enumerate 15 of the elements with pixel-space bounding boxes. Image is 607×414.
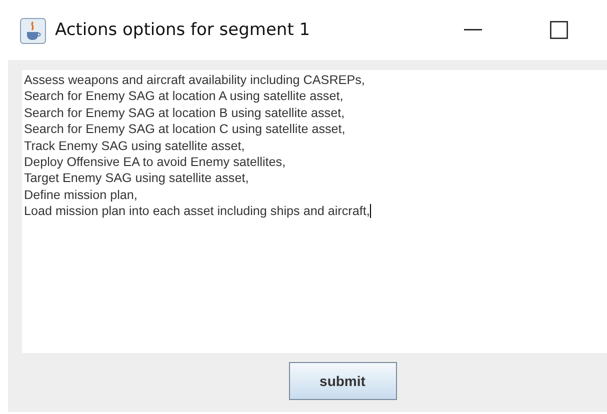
submit-button[interactable]: submit <box>288 362 396 400</box>
maximize-icon[interactable] <box>550 21 568 39</box>
window-title: Actions options for segment 1 <box>55 20 310 40</box>
text-line: Define mission plan, <box>24 186 138 204</box>
text-line: Load mission plan into each asset including ships and aircraft, <box>24 203 370 220</box>
coffee-cup-icon <box>20 18 46 44</box>
text-line: Search for Enemy SAG at location A using satellite asset, <box>24 88 344 105</box>
text-line: Track Enemy SAG using satellite asset, <box>24 138 245 154</box>
text-line: Search for Enemy SAG at location B using satellite asset, <box>24 104 345 122</box>
text-line: Deploy Offensive EA to avoid Enemy satellites, <box>24 154 286 170</box>
text-line: Target Enemy SAG using satellite asset, <box>24 170 249 187</box>
text-line: Assess weapons and aircraft availability including CASREPs, <box>24 72 365 88</box>
minimize-icon[interactable] <box>464 29 482 31</box>
text-area[interactable] <box>22 70 607 353</box>
text-line: Search for Enemy SAG at location C using satellite asset, <box>24 121 346 138</box>
